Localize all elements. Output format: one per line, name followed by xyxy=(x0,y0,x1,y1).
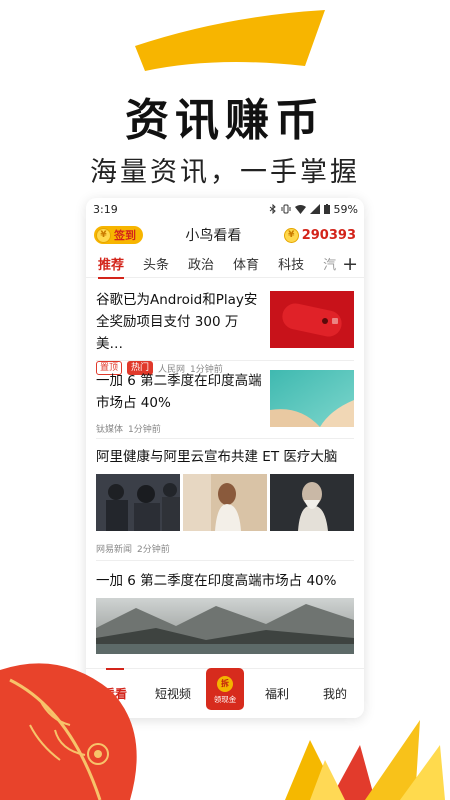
battery-icon xyxy=(323,204,330,214)
leaf-decoration xyxy=(0,663,137,800)
news-image xyxy=(96,474,180,531)
news-image xyxy=(270,474,354,531)
news-title: 一加 6 第二季度在印度高端市场占 40% xyxy=(96,573,337,589)
news-source: 钛媒体 xyxy=(96,425,124,435)
news-source: 网易新闻 xyxy=(96,545,133,555)
shard-decoration xyxy=(285,720,445,800)
app-title: 小鸟看看 xyxy=(185,228,242,244)
add-tab-icon[interactable]: + xyxy=(339,253,358,275)
coin-balance-value: 290393 xyxy=(301,227,356,243)
wifi-icon xyxy=(294,205,306,214)
news-title: 阿里健康与阿里云宣布共建 ET 医疗大脑 xyxy=(96,449,338,465)
news-thumbnail xyxy=(270,291,354,348)
red-packet-seal-icon: 拆 xyxy=(217,675,233,692)
signal-icon xyxy=(309,204,320,214)
cash-label: 领现金 xyxy=(213,694,237,704)
news-item[interactable]: 一加 6 第二季度在印度高端市场占 40% 钛媒体 1分钟前 xyxy=(96,370,264,435)
promo-headline: 资讯赚币 xyxy=(125,95,325,146)
tab-auto[interactable]: 汽 xyxy=(323,254,336,273)
news-item[interactable]: 一加 6 第二季度在印度高端市场占 40% xyxy=(96,570,354,592)
app-bar: ¥ 签到 小鸟看看 ¥ 290393 xyxy=(86,220,364,250)
news-time: 2分钟前 xyxy=(137,545,170,555)
vibrate-icon xyxy=(281,204,291,214)
coin-icon: ¥ xyxy=(96,227,111,243)
tab-tech[interactable]: 科技 xyxy=(278,254,304,273)
coin-balance[interactable]: ¥ 290393 xyxy=(283,227,356,243)
battery-percent: 59% xyxy=(333,202,358,216)
divider xyxy=(96,560,354,561)
divider xyxy=(96,438,354,439)
news-item[interactable]: 阿里健康与阿里云宣布共建 ET 医疗大脑 xyxy=(96,446,354,468)
headline-swoosh xyxy=(135,10,325,71)
status-icons: 59% xyxy=(269,203,358,216)
checkin-label: 签到 xyxy=(114,229,136,242)
news-title: 谷歌已为Android和Play安全奖励项目支付 300 万美… xyxy=(96,292,258,352)
news-meta: 钛媒体 1分钟前 xyxy=(96,422,264,435)
promo-subhead: 海量资讯，一手掌握 xyxy=(90,157,360,188)
phone-screen: 3:19 59% ¥ 签到 小鸟看看 ¥ 290393 推荐 头条 政治 体育 … xyxy=(86,198,364,718)
news-thumbnail xyxy=(270,370,354,427)
news-image-wide xyxy=(96,598,354,654)
news-image xyxy=(183,474,267,531)
coin-icon: ¥ xyxy=(283,227,299,243)
cash-red-packet-button[interactable]: 拆 领现金 xyxy=(206,667,244,710)
tab-politics[interactable]: 政治 xyxy=(188,254,214,273)
divider xyxy=(96,360,354,361)
checkin-button[interactable]: ¥ 签到 xyxy=(94,226,143,244)
tab-recommend[interactable]: 推荐 xyxy=(98,254,125,279)
news-item[interactable]: 谷歌已为Android和Play安全奖励项目支付 300 万美… 置顶 热门 人… xyxy=(96,289,264,375)
tab-sports[interactable]: 体育 xyxy=(233,254,259,273)
category-tabs: 推荐 头条 政治 体育 科技 汽 + xyxy=(86,250,364,279)
status-time: 3:19 xyxy=(93,202,118,216)
news-title: 一加 6 第二季度在印度高端市场占 40% xyxy=(96,373,262,411)
status-bar: 3:19 59% xyxy=(86,198,364,220)
bluetooth-icon xyxy=(269,204,276,214)
news-meta: 网易新闻 2分钟前 xyxy=(96,542,170,555)
tab-headlines[interactable]: 头条 xyxy=(143,254,169,273)
news-time: 1分钟前 xyxy=(128,425,161,435)
